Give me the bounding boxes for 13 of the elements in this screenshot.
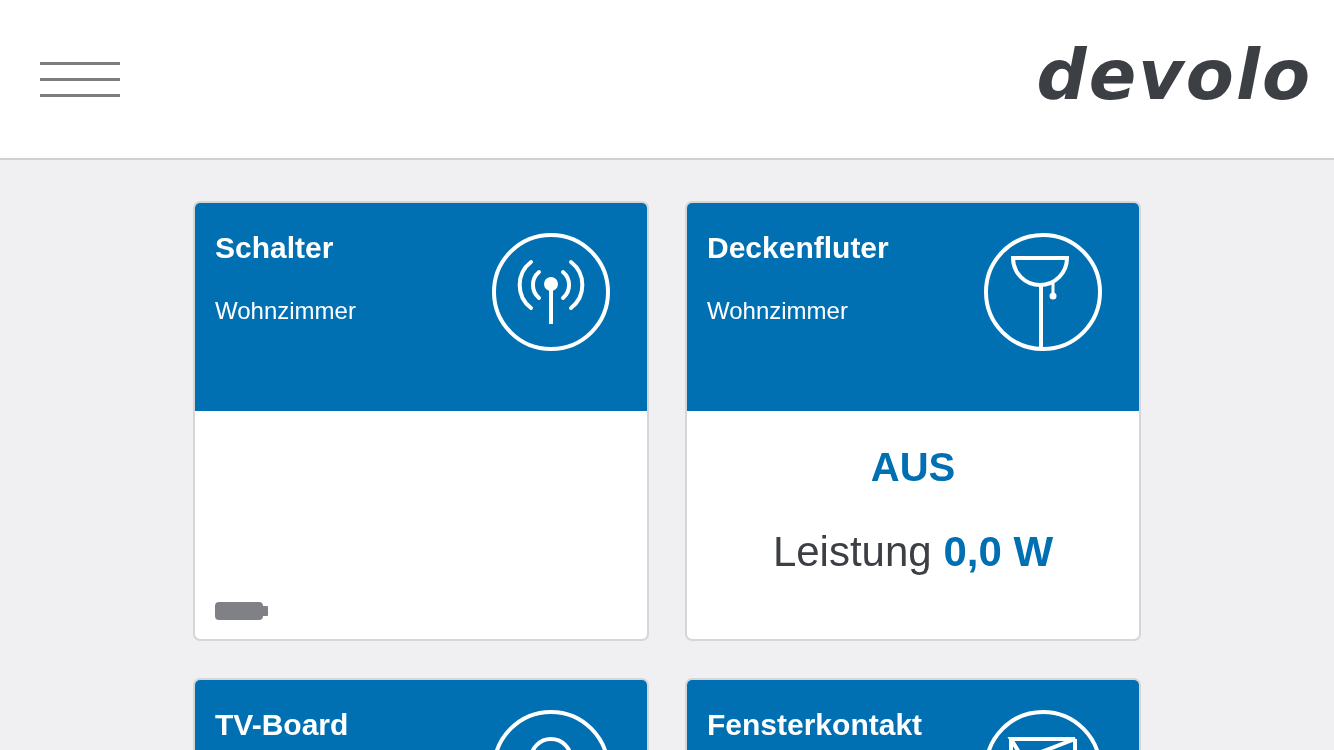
device-name: TV-Board	[215, 708, 349, 742]
lamp-icon	[983, 232, 1103, 352]
logo: devolo	[1036, 34, 1312, 116]
device-name: Schalter	[215, 231, 335, 265]
device-name: Fensterkontakt	[707, 708, 923, 742]
menu-icon[interactable]	[40, 61, 120, 97]
antenna-icon	[491, 232, 611, 352]
device-name: Deckenfluter	[707, 231, 889, 265]
power-reading: Leistung 0,0 W	[772, 528, 1054, 576]
room-name: Wohnzimmer	[215, 297, 356, 325]
status-text: AUS	[870, 445, 956, 490]
room-name: Wohnzimmer	[707, 297, 849, 325]
battery-icon	[215, 601, 269, 621]
